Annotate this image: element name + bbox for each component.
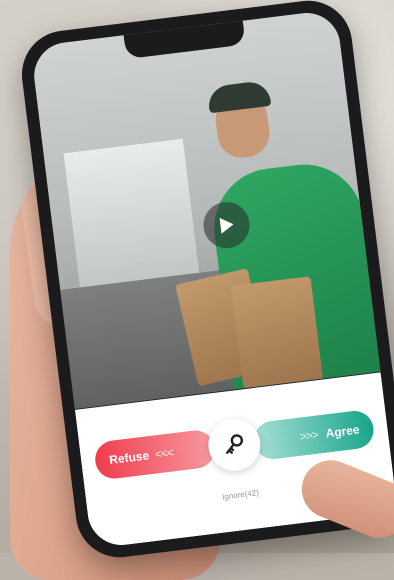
refuse-button[interactable]: Refuse <<< — [93, 428, 217, 481]
agree-label: Agree — [324, 422, 361, 441]
agree-chevrons: >>> — [298, 427, 319, 444]
play-icon — [219, 217, 234, 234]
unlock-slider-handle[interactable] — [205, 415, 264, 474]
doorbell-video-feed — [30, 9, 381, 409]
agree-button[interactable]: >>> Agree — [251, 408, 376, 462]
paper-bag — [230, 276, 324, 390]
refuse-chevrons: <<< — [154, 445, 174, 462]
key-icon — [226, 434, 244, 454]
refuse-label: Refuse — [108, 448, 150, 468]
